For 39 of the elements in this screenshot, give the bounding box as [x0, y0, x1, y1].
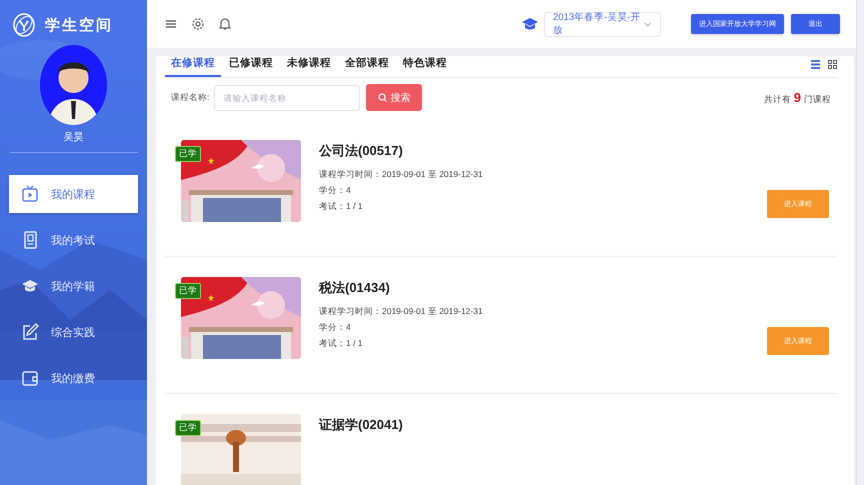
edit-icon: [21, 323, 39, 341]
tab[interactable]: 未修课程: [281, 56, 337, 77]
status-tag: 已学: [175, 420, 201, 436]
course-detail: 学分：4: [319, 184, 352, 197]
status-tag: 已学: [175, 146, 201, 162]
logo-icon: [13, 13, 35, 37]
menu-item[interactable]: 我的课程: [9, 175, 138, 213]
tab[interactable]: 特色课程: [397, 56, 453, 77]
chevron-down-icon: [644, 22, 652, 26]
settings-icon[interactable]: [191, 17, 205, 31]
course-title: 税法(01434): [319, 279, 391, 297]
tab[interactable]: 全部课程: [339, 56, 395, 77]
search-button[interactable]: 搜索: [366, 84, 422, 111]
search-icon: [378, 93, 388, 102]
course-detail: 课程学习时间：2019-09-01 至 2019-12-31: [319, 305, 484, 318]
menu-item[interactable]: 综合实践: [9, 313, 138, 351]
list-view-icon[interactable]: [811, 60, 820, 69]
user-name: 吴昊: [64, 131, 84, 144]
course-detail: 考试：1 / 1: [319, 200, 364, 213]
grid-view-icon[interactable]: [828, 60, 837, 69]
course-count: 共计有 9 门课程: [764, 90, 831, 106]
field-label: 课程名称:: [171, 92, 210, 104]
wallet-icon: [21, 369, 39, 387]
course-title: 公司法(00517): [319, 142, 404, 160]
course-detail: 考试：1 / 1: [319, 337, 364, 350]
course-title: 证据学(02041): [319, 416, 404, 434]
course-detail: 学分：4: [319, 321, 352, 334]
status-tag: 已学: [175, 283, 201, 299]
app-title: 学生空间: [45, 16, 113, 34]
course-video-icon: [21, 185, 39, 203]
graduation-cap-icon: [522, 17, 538, 31]
bell-icon[interactable]: [218, 17, 232, 31]
menu-item[interactable]: 我的考试: [9, 221, 138, 259]
menu-item[interactable]: 我的缴费: [9, 359, 138, 397]
search-field[interactable]: 请输入课程名称: [214, 84, 360, 110]
tab[interactable]: 在修课程: [165, 56, 221, 77]
course-detail: 课程学习时间：2019-09-01 至 2019-12-31: [319, 168, 484, 181]
tab[interactable]: 已修课程: [223, 56, 279, 77]
term-select[interactable]: 2013年春季-吴昊-开放: [544, 12, 661, 36]
